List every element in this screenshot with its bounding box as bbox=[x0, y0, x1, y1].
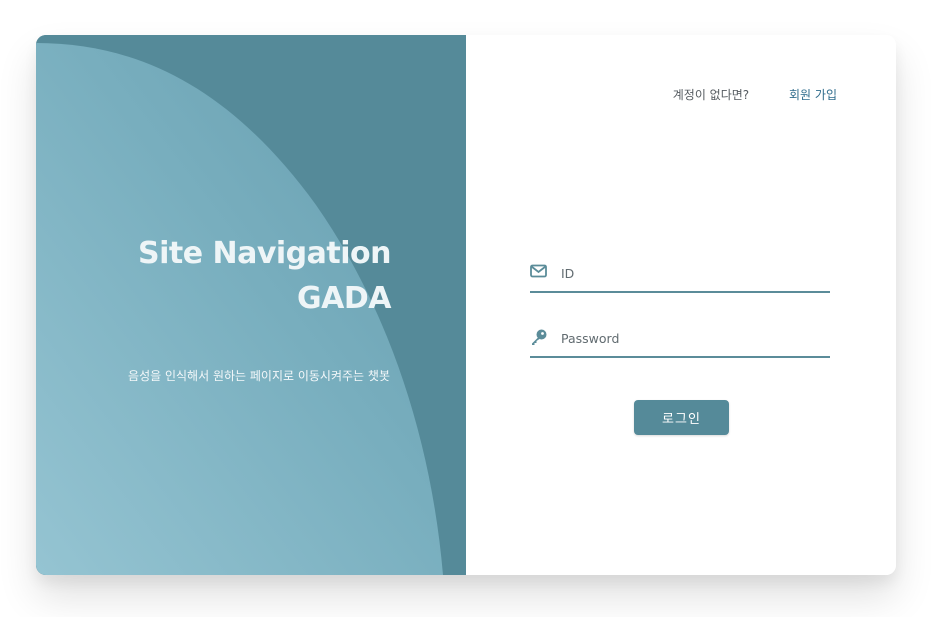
login-panel: 계정이 없다면? 회원 가입 로그인 bbox=[466, 35, 896, 575]
envelope-icon bbox=[530, 263, 548, 281]
signup-question: 계정이 없다면? bbox=[672, 88, 750, 102]
brand-tagline: 음성을 인식해서 원하는 페이지로 이동시켜주는 챗봇 bbox=[128, 369, 390, 383]
id-field bbox=[530, 259, 830, 293]
brand-title: Site Navigation GADA bbox=[137, 231, 392, 321]
key-icon bbox=[530, 328, 548, 346]
password-input[interactable] bbox=[561, 327, 821, 349]
signup-prompt: 계정이 없다면? 회원 가입 bbox=[673, 86, 837, 103]
login-card: Site Navigation GADA 음성을 인식해서 원하는 페이지로 이… bbox=[36, 35, 896, 575]
signup-link[interactable]: 회원 가입 bbox=[789, 88, 837, 102]
brand-title-line-2: GADA bbox=[297, 281, 391, 316]
login-button[interactable]: 로그인 bbox=[634, 400, 729, 435]
password-field bbox=[530, 324, 830, 358]
brand-title-line-1: Site Navigation bbox=[137, 236, 392, 271]
brand-panel: Site Navigation GADA 음성을 인식해서 원하는 페이지로 이… bbox=[36, 35, 466, 575]
id-input[interactable] bbox=[561, 262, 821, 284]
